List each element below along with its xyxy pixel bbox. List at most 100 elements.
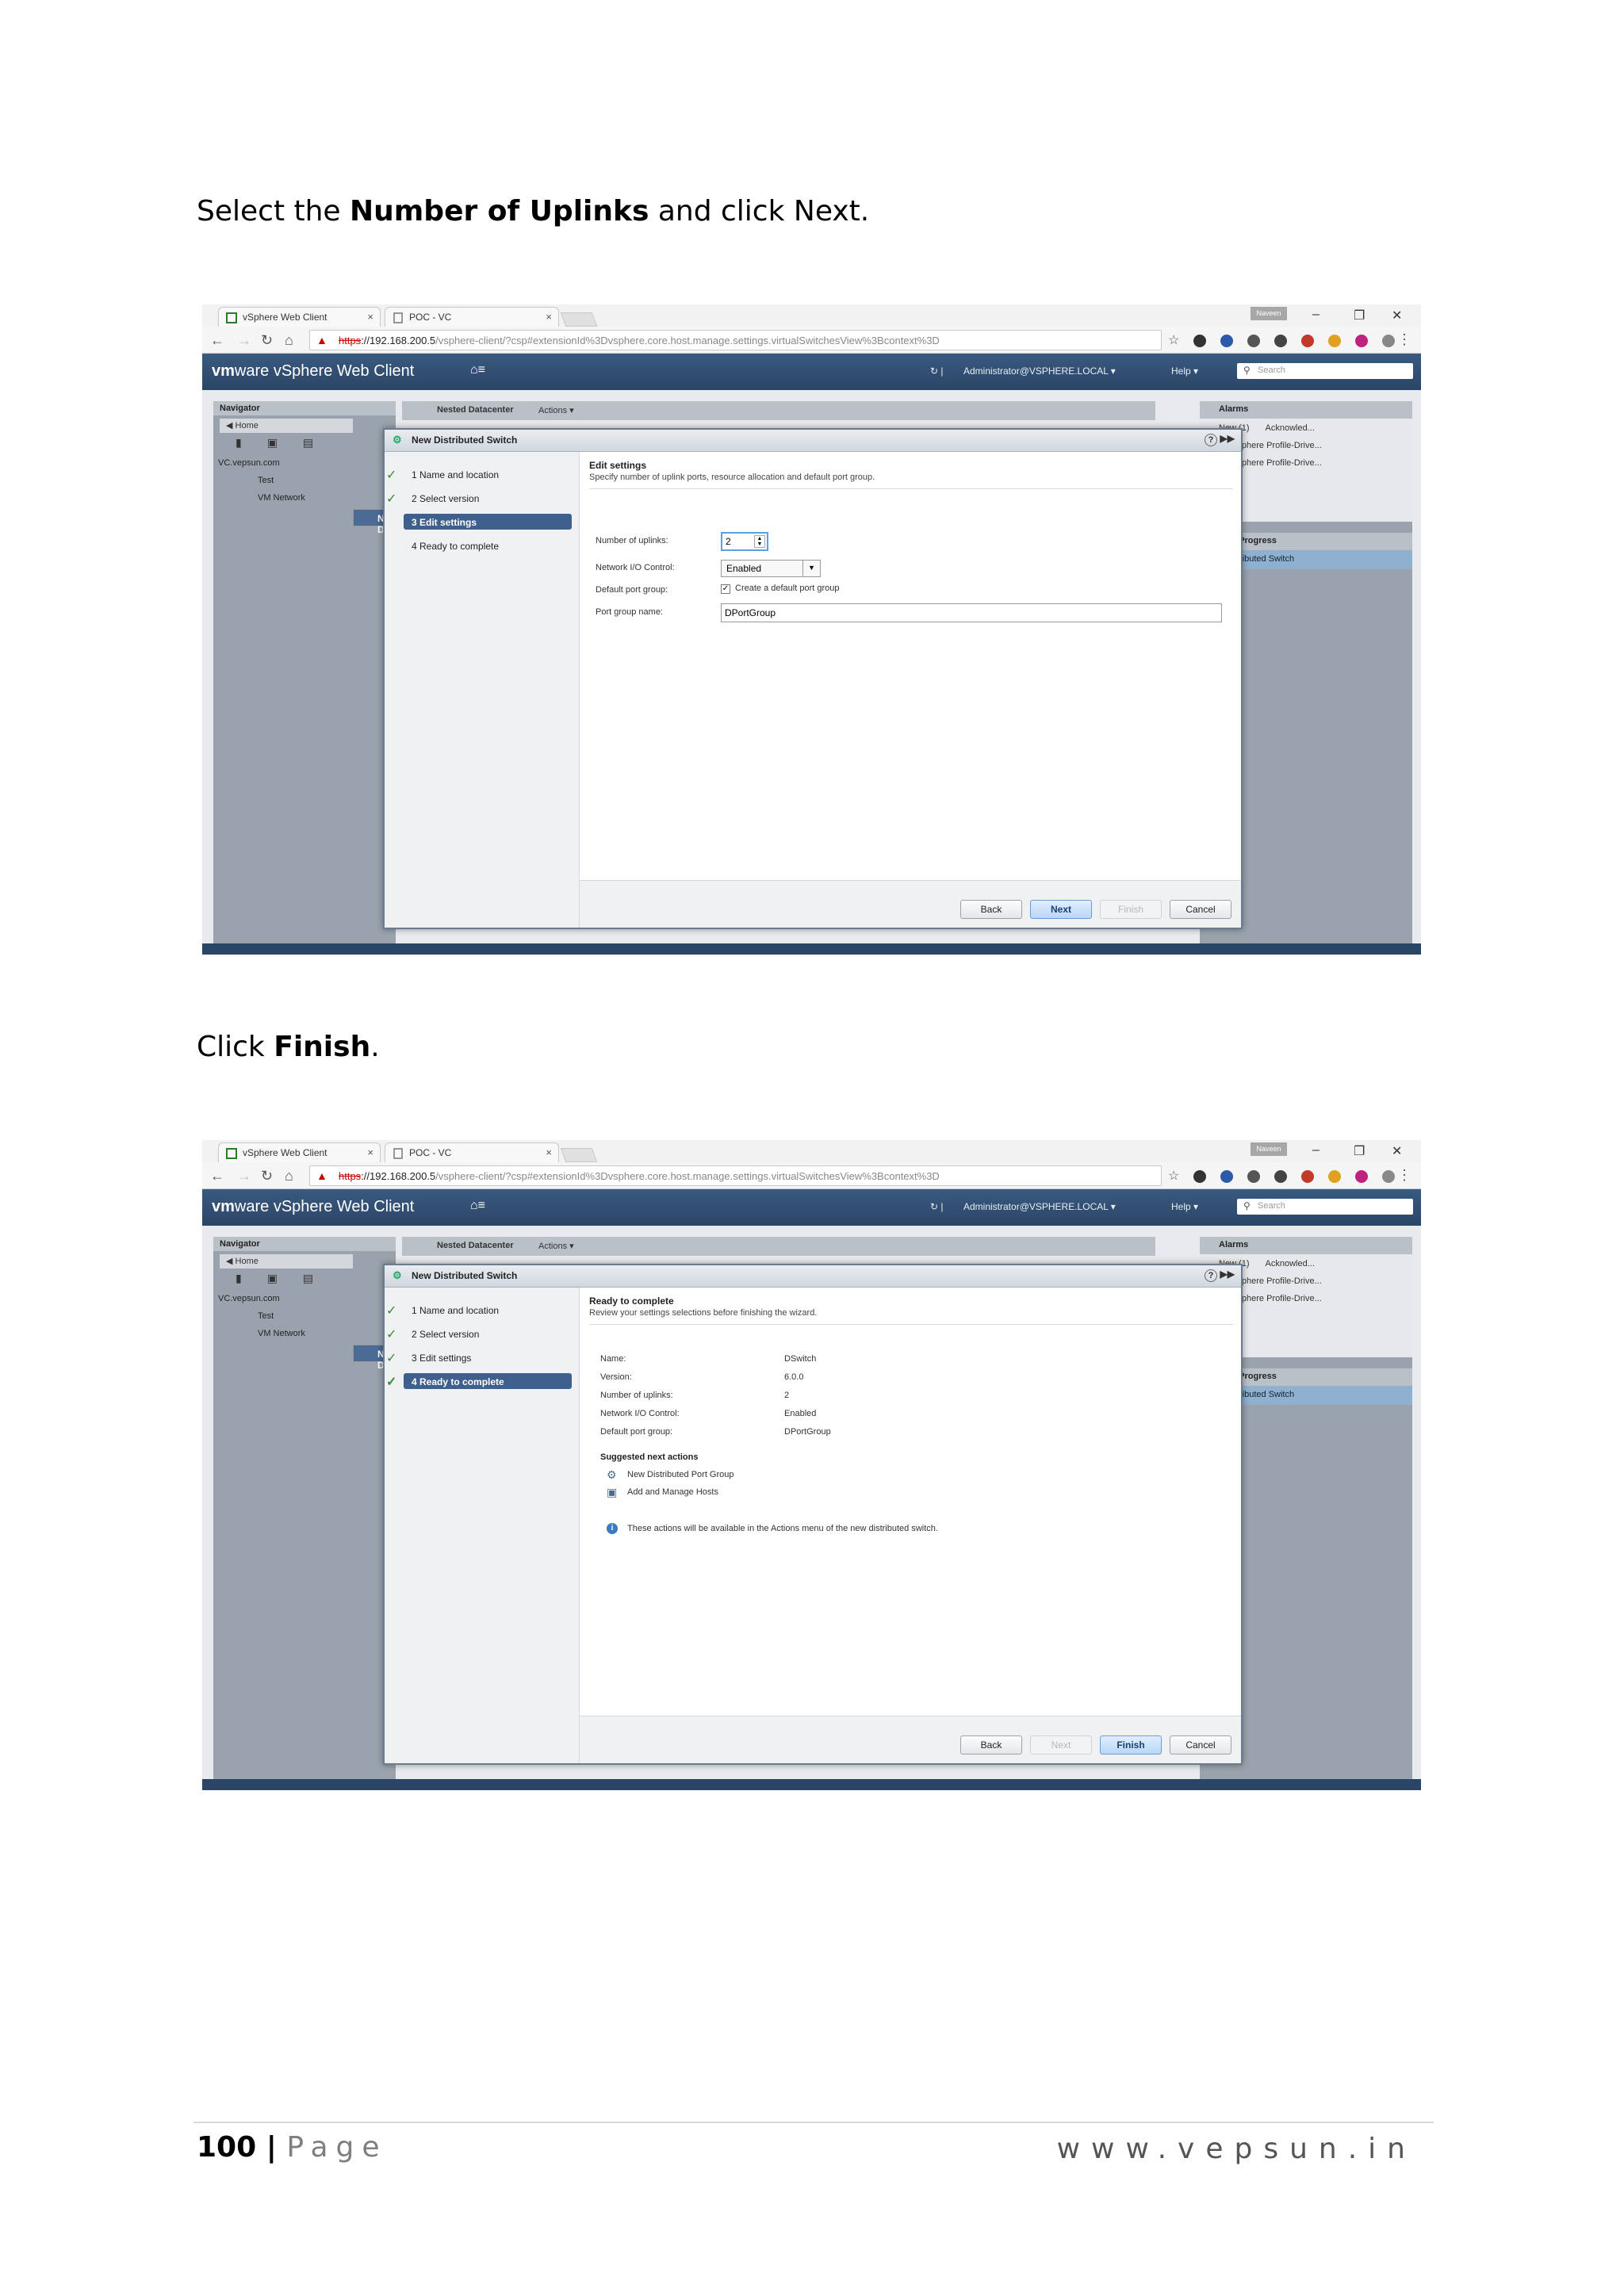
next-button[interactable]: Next bbox=[1030, 1735, 1092, 1755]
lock-extension-icon[interactable] bbox=[1328, 335, 1341, 347]
action-new-port-group[interactable]: ⚙ New Distributed Port Group bbox=[607, 1468, 734, 1481]
actions-menu[interactable]: Actions ▾ bbox=[538, 1241, 574, 1251]
minimize-icon[interactable]: – bbox=[1312, 308, 1320, 322]
menu-kebab-icon[interactable]: ⋮ bbox=[1397, 1167, 1411, 1184]
extension-icon[interactable] bbox=[1193, 335, 1206, 347]
alarms-ack-tab[interactable]: Acknowled... bbox=[1266, 1259, 1315, 1269]
wizard-step-4[interactable]: ✓ 4 Ready to complete bbox=[386, 1373, 572, 1389]
url-input[interactable]: ▲ https://192.168.200.5/vsphere-client/?… bbox=[309, 330, 1162, 350]
wizard-step-2[interactable]: ✓ 2 Select version bbox=[386, 490, 572, 506]
nioc-select[interactable]: Enabled ▼ bbox=[721, 560, 821, 577]
back-button[interactable]: Back bbox=[960, 1735, 1022, 1755]
help-icon[interactable]: ? bbox=[1205, 434, 1217, 446]
forward-icon[interactable]: → bbox=[237, 332, 251, 349]
expand-icon[interactable]: ▶▶ bbox=[1220, 1269, 1235, 1280]
extension-icon[interactable] bbox=[1247, 335, 1260, 347]
finish-button[interactable]: Finish bbox=[1100, 900, 1162, 919]
wizard-step-3[interactable]: 3 Edit settings bbox=[404, 514, 572, 530]
user-menu[interactable]: Administrator@VSPHERE.LOCAL ▾ bbox=[963, 365, 1116, 377]
restore-icon[interactable]: ❐ bbox=[1354, 308, 1365, 323]
tree-item-vm-network[interactable]: VM Network bbox=[213, 1326, 396, 1343]
extension-icon[interactable] bbox=[1220, 335, 1233, 347]
extension-icon[interactable] bbox=[1382, 335, 1395, 347]
create-default-pg-checkbox[interactable]: ✓ bbox=[721, 584, 730, 594]
wizard-step-1[interactable]: ✓ 1 Name and location bbox=[386, 466, 572, 482]
refresh-icon[interactable]: ↻ | bbox=[930, 1201, 944, 1212]
reload-icon[interactable]: ↻ bbox=[261, 1168, 273, 1184]
tree-item-test[interactable]: Test bbox=[213, 1308, 396, 1326]
tree-item-vc[interactable]: VC.vepsun.com bbox=[213, 1291, 396, 1308]
browser-tab-vsphere[interactable]: vSphere Web Client × bbox=[218, 307, 381, 327]
help-menu[interactable]: Help ▾ bbox=[1171, 365, 1198, 377]
close-icon[interactable]: × bbox=[367, 1146, 373, 1158]
wizard-step-4[interactable]: 4 Ready to complete bbox=[404, 538, 572, 553]
extension-icon[interactable] bbox=[1193, 1170, 1206, 1183]
next-button[interactable]: Next bbox=[1030, 900, 1092, 919]
new-tab-button[interactable] bbox=[560, 312, 598, 327]
cancel-button[interactable]: Cancel bbox=[1170, 1735, 1231, 1755]
user-profile-chip[interactable]: Naveen bbox=[1251, 307, 1287, 320]
browser-tab-poc[interactable]: POC - VC × bbox=[385, 307, 559, 327]
finish-button[interactable]: Finish bbox=[1100, 1735, 1162, 1755]
tree-item-vm-network[interactable]: VM Network bbox=[213, 490, 396, 507]
close-window-icon[interactable]: ✕ bbox=[1392, 1143, 1402, 1159]
reload-icon[interactable]: ↻ bbox=[261, 332, 273, 349]
search-input[interactable]: ⚲ Search bbox=[1237, 363, 1413, 379]
stepper-arrows-icon[interactable]: ▲ ▼ bbox=[754, 535, 765, 548]
restore-icon[interactable]: ❐ bbox=[1354, 1143, 1365, 1159]
wizard-step-3[interactable]: ✓ 3 Edit settings bbox=[386, 1349, 572, 1365]
navigator-home-button[interactable]: ◀ Home bbox=[220, 1254, 353, 1269]
close-icon[interactable]: × bbox=[546, 1146, 552, 1158]
pg-name-input[interactable]: DPortGroup bbox=[721, 603, 1222, 622]
home-icon[interactable]: ⌂ bbox=[285, 1168, 293, 1184]
hosts-icon: ▣ bbox=[607, 1486, 618, 1498]
adblock-icon[interactable] bbox=[1301, 335, 1314, 347]
user-menu[interactable]: Administrator@VSPHERE.LOCAL ▾ bbox=[963, 1201, 1116, 1212]
lock-extension-icon[interactable] bbox=[1328, 1170, 1341, 1183]
extension-icon[interactable] bbox=[1382, 1170, 1395, 1183]
help-menu[interactable]: Help ▾ bbox=[1171, 1201, 1198, 1212]
refresh-icon[interactable]: ↻ | bbox=[930, 365, 944, 377]
extension-icon[interactable] bbox=[1220, 1170, 1233, 1183]
navigator-view-icons[interactable]: ▮▣▤ bbox=[220, 1272, 389, 1289]
wizard-step-2[interactable]: ✓ 2 Select version bbox=[386, 1326, 572, 1341]
action-add-manage-hosts[interactable]: ▣ Add and Manage Hosts bbox=[607, 1486, 718, 1498]
close-icon[interactable]: × bbox=[546, 311, 552, 323]
tree-item-vc[interactable]: VC.vepsun.com bbox=[213, 455, 396, 473]
back-button[interactable]: Back bbox=[960, 900, 1022, 919]
wizard-step-1[interactable]: ✓ 1 Name and location bbox=[386, 1302, 572, 1318]
home-icon[interactable]: ⌂ bbox=[285, 332, 293, 349]
extension-icon[interactable] bbox=[1274, 335, 1287, 347]
extension-icon[interactable] bbox=[1355, 335, 1368, 347]
navigator-home-button[interactable]: ◀ Home bbox=[220, 419, 353, 433]
browser-tab-vsphere[interactable]: vSphere Web Client × bbox=[218, 1142, 381, 1163]
close-window-icon[interactable]: ✕ bbox=[1392, 308, 1402, 323]
home-menu-icon[interactable]: ⌂≡ bbox=[470, 363, 485, 377]
extension-icon[interactable] bbox=[1274, 1170, 1287, 1183]
minimize-icon[interactable]: – bbox=[1312, 1143, 1320, 1158]
menu-kebab-icon[interactable]: ⋮ bbox=[1397, 331, 1411, 348]
help-icon[interactable]: ? bbox=[1205, 1269, 1217, 1282]
extension-icon[interactable] bbox=[1247, 1170, 1260, 1183]
close-icon[interactable]: × bbox=[367, 311, 373, 323]
user-profile-chip[interactable]: Naveen bbox=[1251, 1142, 1287, 1156]
uplinks-stepper[interactable]: 2 ▲ ▼ bbox=[721, 532, 768, 551]
alarms-ack-tab[interactable]: Acknowled... bbox=[1266, 423, 1315, 433]
adblock-icon[interactable] bbox=[1301, 1170, 1314, 1183]
expand-icon[interactable]: ▶▶ bbox=[1220, 433, 1235, 444]
search-input[interactable]: ⚲ Search bbox=[1237, 1199, 1413, 1215]
bookmark-star-icon[interactable]: ☆ bbox=[1168, 1168, 1179, 1184]
back-icon[interactable]: ← bbox=[210, 1168, 224, 1184]
home-menu-icon[interactable]: ⌂≡ bbox=[470, 1199, 485, 1213]
back-icon[interactable]: ← bbox=[210, 332, 224, 349]
url-input[interactable]: ▲ https://192.168.200.5/vsphere-client/?… bbox=[309, 1165, 1162, 1186]
tree-item-test[interactable]: Test bbox=[213, 473, 396, 490]
bookmark-star-icon[interactable]: ☆ bbox=[1168, 332, 1179, 348]
cancel-button[interactable]: Cancel bbox=[1170, 900, 1231, 919]
actions-menu[interactable]: Actions ▾ bbox=[538, 405, 574, 415]
navigator-view-icons[interactable]: ▮▣▤ bbox=[220, 436, 389, 453]
forward-icon[interactable]: → bbox=[237, 1168, 251, 1184]
browser-tab-poc[interactable]: POC - VC × bbox=[385, 1142, 559, 1163]
extension-icon[interactable] bbox=[1355, 1170, 1368, 1183]
new-tab-button[interactable] bbox=[560, 1148, 598, 1162]
